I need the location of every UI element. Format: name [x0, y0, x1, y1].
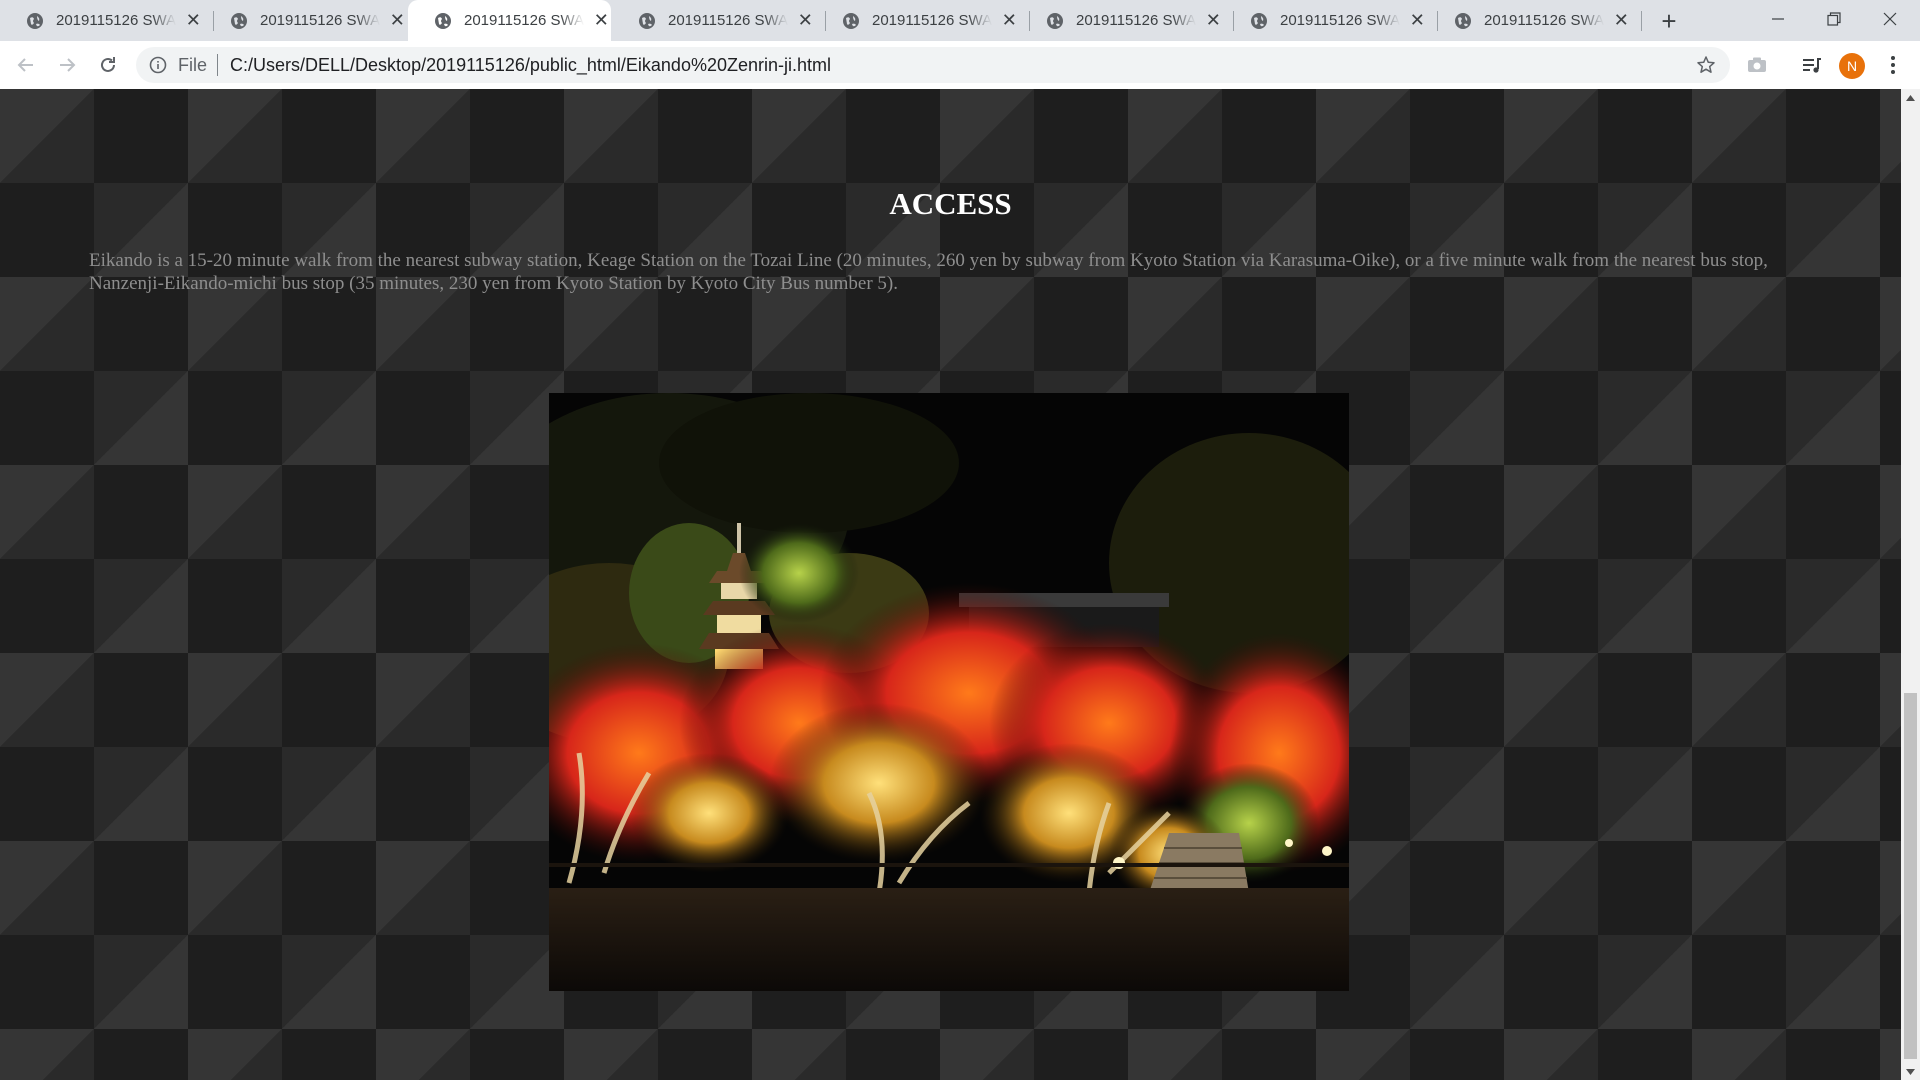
- tab-title: 2019115126 SWAMINATHAN: [464, 12, 584, 29]
- browser-tab[interactable]: 2019115126 SWAMINATHAN ✕: [612, 0, 815, 41]
- page-title: ACCESS: [889, 186, 1012, 221]
- avatar[interactable]: N: [1839, 53, 1865, 79]
- restore-icon: [1827, 12, 1841, 26]
- forward-button[interactable]: [51, 49, 83, 81]
- url-text[interactable]: C:/Users/DELL/Desktop/2019115126/public_…: [230, 55, 831, 76]
- access-description: Eikando is a 15-20 minute walk from the …: [89, 250, 1768, 294]
- close-icon[interactable]: ✕: [796, 10, 815, 31]
- globe-icon: [1454, 12, 1472, 30]
- tab-separator: [1641, 11, 1642, 31]
- close-icon[interactable]: ✕: [388, 10, 407, 31]
- camera-icon: [1748, 57, 1766, 72]
- close-icon[interactable]: ✕: [1000, 10, 1019, 31]
- media-queue-icon: [1803, 58, 1821, 73]
- close-icon[interactable]: ✕: [1408, 10, 1427, 31]
- plus-icon: +: [1661, 5, 1677, 36]
- temple-night-photo: [549, 393, 1349, 991]
- tab-title: 2019115126 SWAMINATHAN: [260, 12, 380, 29]
- vertical-scrollbar[interactable]: [1901, 89, 1920, 1080]
- globe-icon: [26, 12, 44, 30]
- globe-icon: [434, 12, 452, 30]
- caret-down-icon: [1906, 1068, 1915, 1075]
- kebab-menu-icon: [1891, 56, 1895, 74]
- tab-title: 2019115126 SWAMINATHAN: [56, 12, 176, 29]
- scheme-label: File: [178, 54, 208, 75]
- tab-title: 2019115126 SWAMINATHAN: [872, 12, 992, 29]
- omnibox-divider: [217, 54, 219, 76]
- close-window-button[interactable]: [1862, 0, 1918, 38]
- reload-button[interactable]: [92, 49, 124, 81]
- browser-tab-active[interactable]: 2019115126 SWAMINATHAN ✕: [408, 0, 611, 41]
- browser-toolbar: File C:/Users/DELL/Desktop/2019115126/pu…: [0, 41, 1920, 90]
- tab-title: 2019115126 SWAMINATHAN: [1280, 12, 1400, 29]
- close-icon[interactable]: ✕: [184, 10, 203, 31]
- tab-title: 2019115126 SWAMINATHAN: [1076, 12, 1196, 29]
- browser-tab[interactable]: 2019115126 SWAMINATHAN ✕: [204, 0, 407, 41]
- scroll-up-button[interactable]: [1901, 89, 1920, 106]
- globe-icon: [842, 12, 860, 30]
- browser-tab[interactable]: 2019115126 SWAMINATHAN ✕: [1224, 0, 1427, 41]
- tab-title: 2019115126 SWAMINATHAN: [668, 12, 788, 29]
- scroll-down-button[interactable]: [1901, 1063, 1920, 1080]
- minimize-button[interactable]: [1750, 0, 1806, 38]
- arrow-right-icon: [60, 58, 76, 72]
- reload-icon: [101, 57, 115, 72]
- menu-button[interactable]: [1881, 53, 1905, 77]
- new-tab-button[interactable]: +: [1654, 6, 1684, 36]
- close-icon[interactable]: ✕: [592, 10, 611, 31]
- browser-tab[interactable]: 2019115126 SWAMINATHAN ✕: [0, 0, 203, 41]
- close-icon: [1883, 12, 1897, 26]
- camera-button[interactable]: [1745, 53, 1769, 77]
- restore-button[interactable]: [1806, 0, 1862, 38]
- browser-tab[interactable]: 2019115126 SWAMINATHAN ✕: [1020, 0, 1223, 41]
- star-icon[interactable]: [1696, 55, 1716, 75]
- back-button[interactable]: [10, 49, 42, 81]
- address-bar[interactable]: File C:/Users/DELL/Desktop/2019115126/pu…: [136, 47, 1730, 83]
- tab-strip: 2019115126 SWAMINATHAN ✕ 2019115126 SWAM…: [0, 0, 1920, 41]
- globe-icon: [1250, 12, 1268, 30]
- tab-title: 2019115126 SWAMINATHAN: [1484, 12, 1604, 29]
- browser-tab[interactable]: 2019115126 SWAMINATHAN ✕: [816, 0, 1019, 41]
- close-icon[interactable]: ✕: [1204, 10, 1223, 31]
- arrow-left-icon: [17, 58, 33, 72]
- scrollbar-thumb[interactable]: [1904, 693, 1917, 1059]
- media-control-button[interactable]: [1800, 53, 1824, 77]
- info-icon[interactable]: [148, 55, 168, 75]
- close-icon[interactable]: ✕: [1612, 10, 1631, 31]
- globe-icon: [230, 12, 248, 30]
- page-viewport: ACCESS Eikando is a 15-20 minute walk fr…: [0, 89, 1901, 1080]
- globe-icon: [638, 12, 656, 30]
- caret-up-icon: [1906, 94, 1915, 101]
- minimize-icon: [1772, 18, 1784, 20]
- globe-icon: [1046, 12, 1064, 30]
- browser-tab[interactable]: 2019115126 SWAMINATHAN ✕: [1428, 0, 1631, 41]
